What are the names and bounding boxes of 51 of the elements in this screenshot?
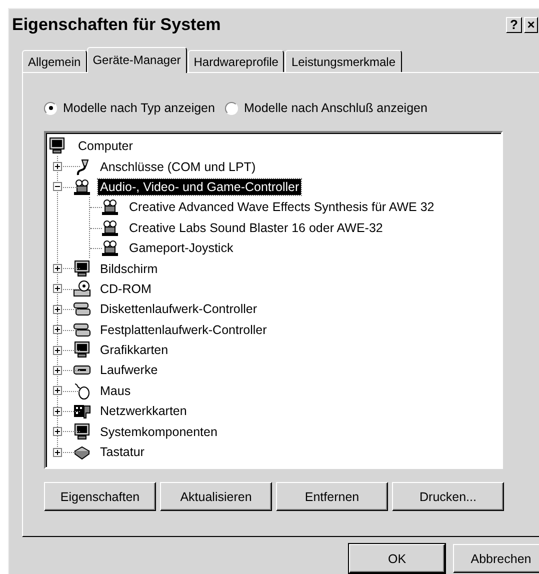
expand-icon[interactable] — [53, 427, 62, 436]
multimedia-icon — [101, 239, 119, 258]
expand-icon[interactable] — [53, 406, 62, 416]
tree-item[interactable]: Tastatur — [98, 444, 146, 460]
action-button[interactable]: Eigenschaften — [44, 482, 156, 511]
expand-icon[interactable] — [53, 264, 62, 274]
dialog-button[interactable]: OK — [349, 544, 445, 573]
tree-item[interactable]: Audio-, Video- und Game-Controller — [98, 178, 302, 195]
expand-icon[interactable] — [53, 284, 62, 294]
expand-icon[interactable] — [53, 346, 62, 355]
expand-icon[interactable] — [53, 304, 62, 314]
expand-icon[interactable] — [53, 325, 62, 334]
close-button[interactable]: × — [524, 17, 538, 33]
window-title: Eigenschaften für System — [12, 15, 221, 35]
collapse-icon[interactable] — [53, 182, 62, 192]
multimedia-icon — [101, 218, 119, 237]
tree-item[interactable]: Creative Labs Sound Blaster 16 oder AWE-32 — [127, 220, 385, 236]
tree-item[interactable]: Systemkomponenten — [98, 424, 220, 440]
tree-item[interactable]: Bildschirm — [98, 260, 160, 277]
expand-icon[interactable] — [53, 366, 62, 375]
computer-icon — [48, 137, 66, 156]
radio-label[interactable]: Modelle nach Typ anzeigen — [63, 101, 215, 115]
multimedia-icon — [101, 198, 119, 216]
expand-icon[interactable] — [53, 162, 62, 172]
cd-drive-icon — [73, 280, 91, 298]
expand-icon[interactable] — [53, 448, 62, 457]
tree-item[interactable]: Laufwerke — [98, 362, 160, 378]
tree-item[interactable]: CD-ROM — [98, 280, 154, 297]
tab[interactable]: Leistungsmerkmale — [285, 50, 402, 72]
tree-item[interactable]: Computer — [76, 138, 135, 154]
tab[interactable]: Allgemein — [22, 50, 87, 72]
tree-item[interactable]: Netzwerkkarten — [98, 403, 189, 420]
action-button[interactable]: Aktualisieren — [160, 482, 272, 511]
tree-item[interactable]: Anschlüsse (COM und LPT) — [98, 158, 258, 175]
radio-button[interactable] — [44, 102, 57, 114]
tab[interactable]: Geräte-Manager — [86, 47, 187, 73]
action-button[interactable]: Entfernen — [276, 482, 388, 511]
radio-button[interactable] — [224, 102, 238, 114]
radio-label[interactable]: Modelle nach Anschluß anzeigen — [244, 101, 428, 115]
tree-item[interactable]: Maus — [98, 382, 133, 399]
tree-item[interactable]: Grafikkarten — [98, 342, 170, 358]
tree-item[interactable]: Creative Advanced Wave Effects Synthesis für AWE 32 — [127, 199, 436, 216]
tab[interactable]: Hardwareprofile — [188, 50, 284, 72]
help-button[interactable]: ? — [506, 17, 522, 33]
action-button[interactable]: Drucken... — [392, 482, 504, 511]
dialog-button[interactable]: Abbrechen — [453, 544, 539, 573]
mouse-icon — [73, 382, 91, 400]
tree-item[interactable]: Gameport-Joystick — [127, 240, 236, 256]
expand-icon[interactable] — [53, 386, 62, 396]
tree-item[interactable]: Festplattenlaufwerk-Controller — [98, 322, 269, 338]
tree-item[interactable]: Diskettenlaufwerk-Controller — [98, 301, 260, 318]
